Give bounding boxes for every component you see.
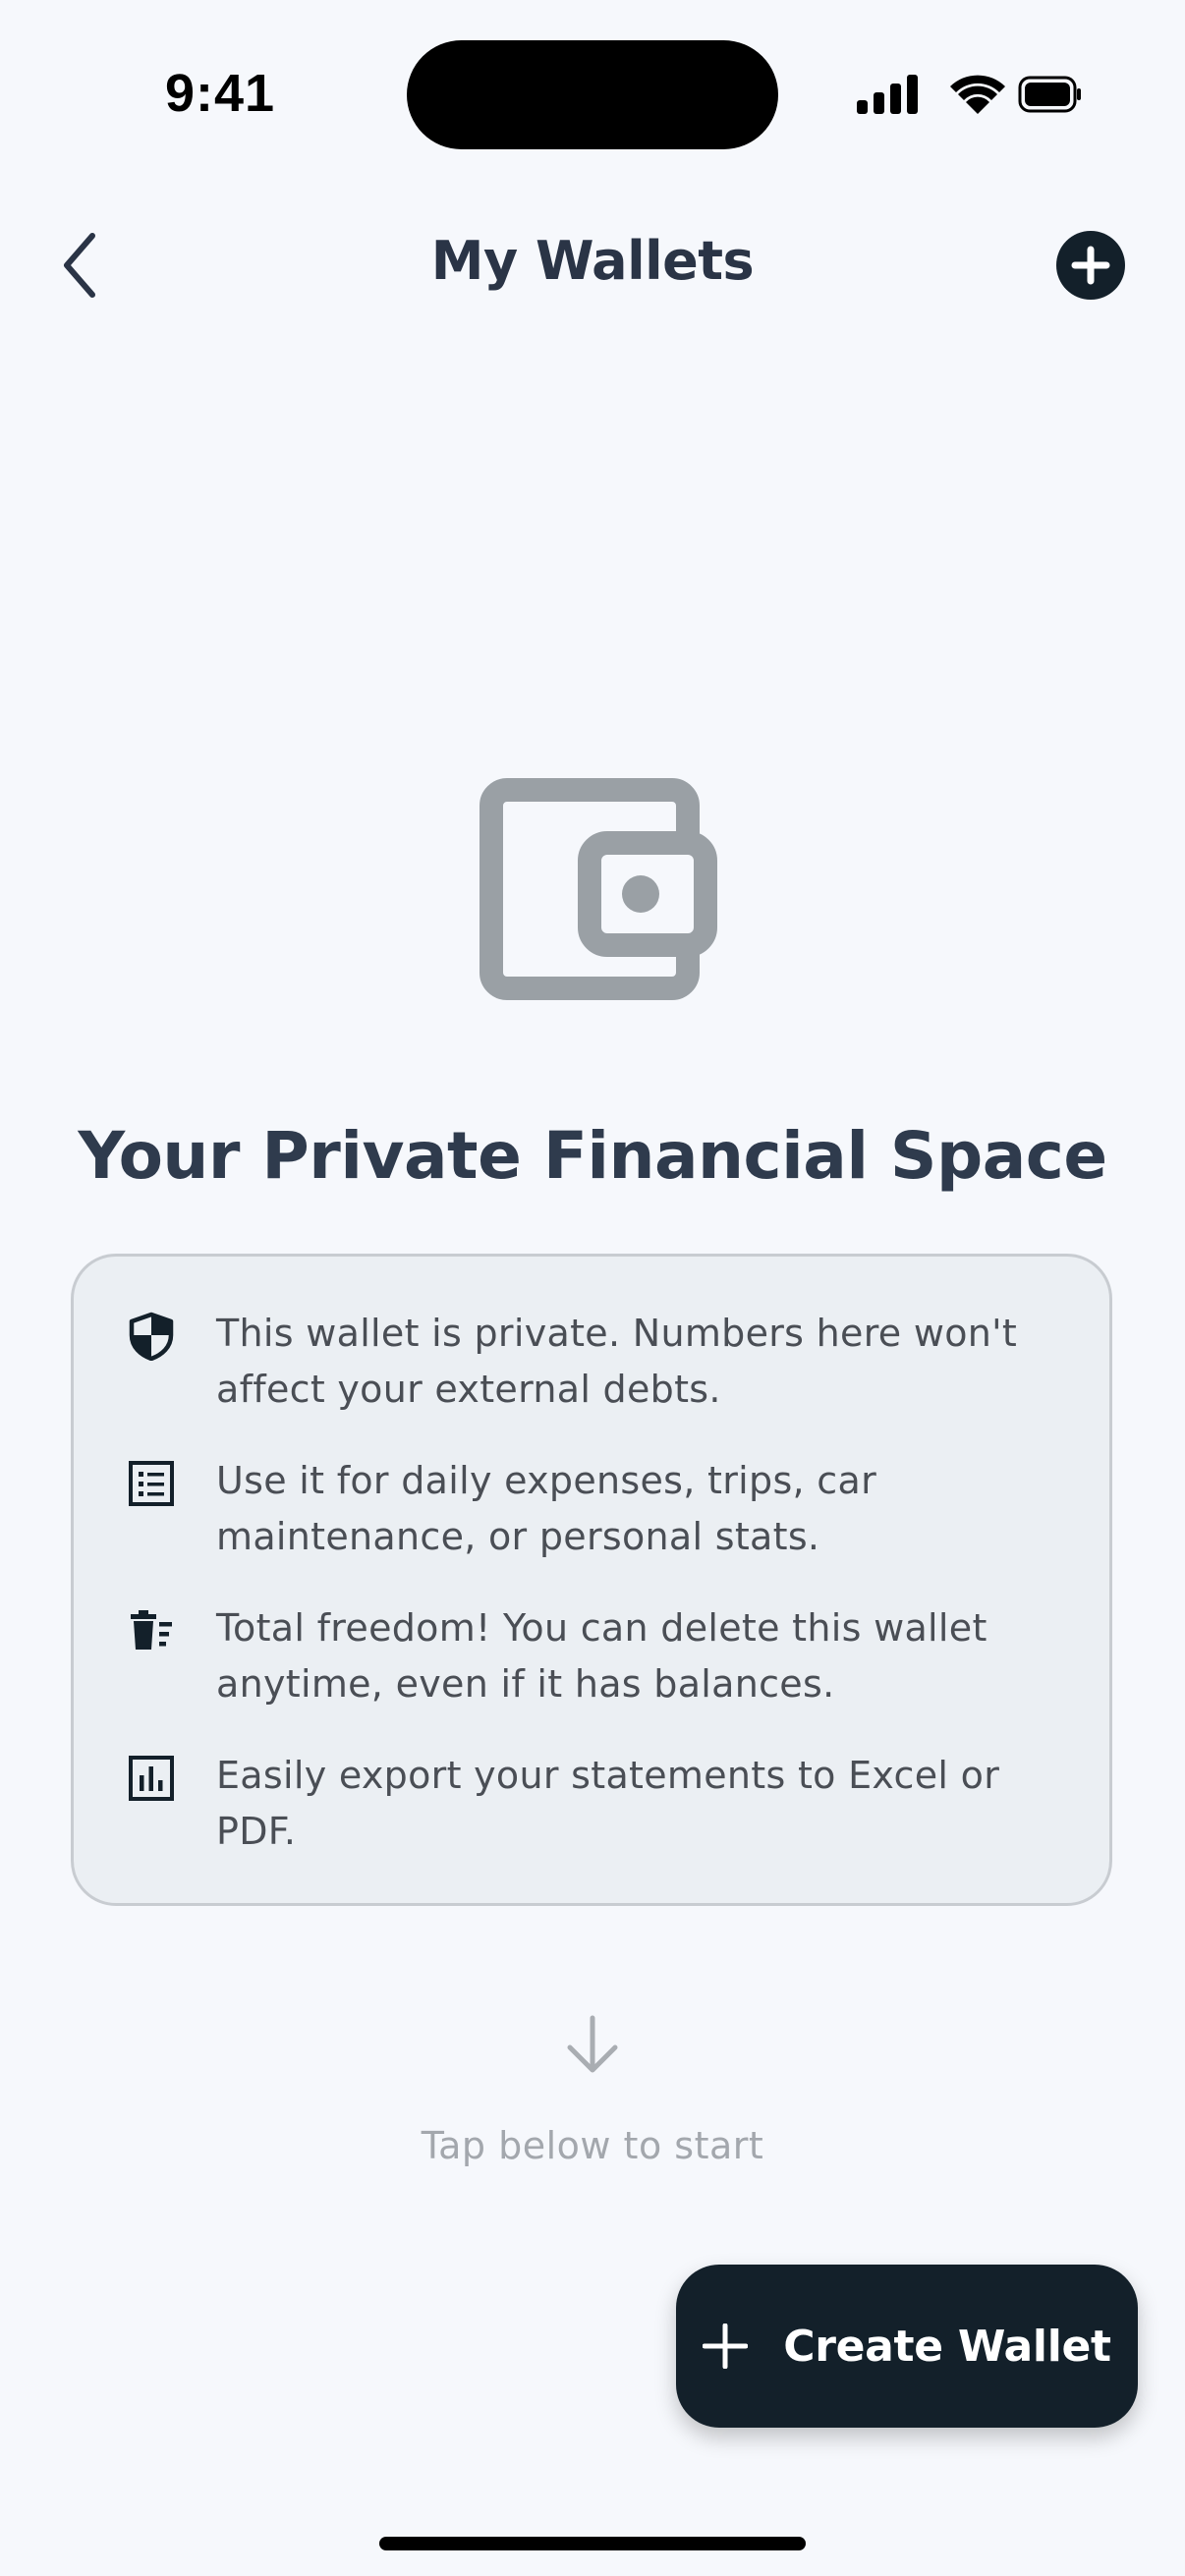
dynamic-island	[407, 40, 778, 149]
battery-icon	[1018, 76, 1081, 113]
status-time: 9:41	[165, 64, 276, 123]
status-icons	[857, 75, 1081, 114]
info-text: Easily export your statements to Excel o…	[216, 1754, 1000, 1853]
plus-icon	[703, 2324, 749, 2369]
info-text: This wallet is private. Numbers here won…	[216, 1312, 1018, 1411]
add-wallet-button[interactable]	[1055, 230, 1126, 301]
list-icon	[129, 1461, 174, 1506]
arrow-down-icon	[567, 2015, 618, 2073]
info-card: This wallet is private. Numbers here won…	[71, 1254, 1112, 1906]
hint-text: Tap below to start	[421, 2124, 764, 2167]
info-text: Total freedom! You can delete this walle…	[216, 1606, 988, 1706]
create-wallet-button[interactable]: Create Wallet	[676, 2265, 1138, 2428]
shield-icon	[129, 1312, 174, 1361]
bar-chart-icon	[129, 1756, 174, 1801]
trash-icon	[131, 1610, 172, 1650]
wallet-icon	[480, 778, 717, 1000]
info-text: Use it for daily expenses, trips, car ma…	[216, 1459, 876, 1558]
page-title: My Wallets	[430, 230, 755, 292]
hero-title: Your Private Financial Space	[78, 1118, 1107, 1194]
create-wallet-label: Create Wallet	[783, 2321, 1111, 2372]
wifi-icon	[950, 75, 1005, 114]
home-indicator[interactable]	[379, 2537, 806, 2550]
plus-circle-icon	[1056, 231, 1125, 300]
signal-icon	[857, 75, 918, 114]
